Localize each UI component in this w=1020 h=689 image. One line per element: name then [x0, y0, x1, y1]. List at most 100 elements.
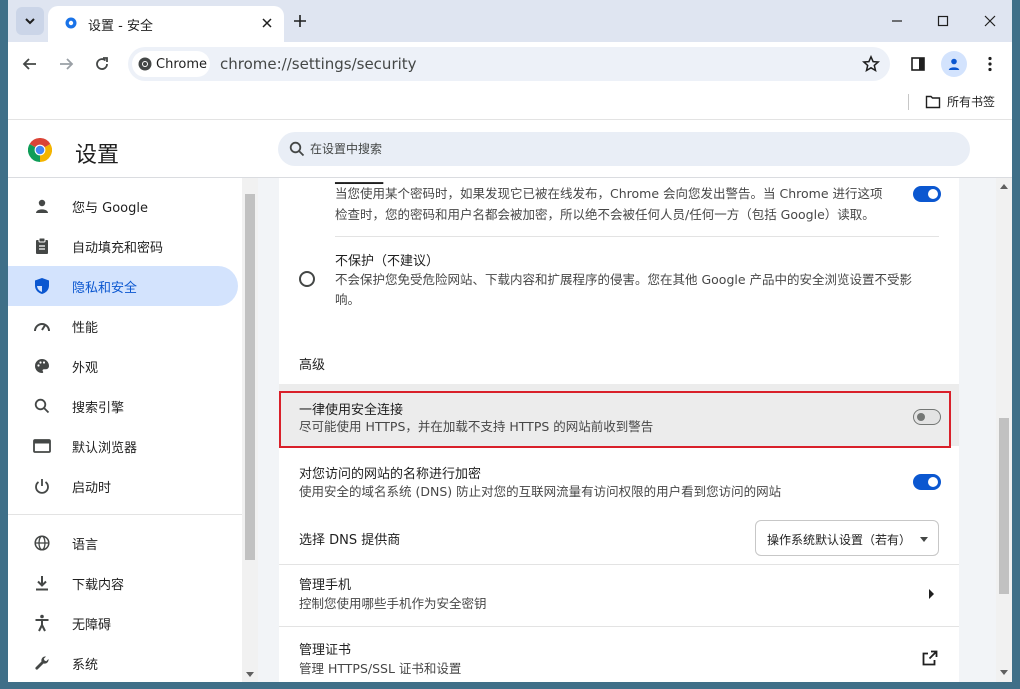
manage-phones-desc: 控制您使用哪些手机作为安全密钥 [299, 596, 487, 611]
gear-icon [65, 17, 77, 29]
tab-search-button[interactable] [16, 7, 44, 35]
secure-dns-toggle[interactable] [913, 474, 941, 490]
speedometer-icon [32, 316, 52, 336]
globe-icon [32, 533, 52, 553]
no-protection-radio[interactable] [299, 271, 315, 287]
password-warning-desc: 检查时，您的密码和用户名都会被加密，所以绝不会被任何人员/任何一方（包括 Goo… [335, 207, 875, 222]
divider [279, 626, 959, 627]
sidebar-item-label: 外观 [72, 360, 99, 376]
divider [335, 236, 939, 237]
manage-phones-title: 管理手机 [299, 578, 352, 593]
person-icon [948, 58, 960, 70]
bookmark-star-button[interactable] [860, 53, 882, 75]
dns-provider-selected: 操作系统默认设置（若有） [767, 533, 912, 547]
sidebar-item-autofill[interactable]: 自动填充和密码 [8, 226, 238, 266]
sidebar-item-label: 您与 Google [72, 200, 148, 216]
divider [279, 564, 959, 565]
scroll-down-arrow[interactable] [246, 672, 254, 677]
secure-dns-desc: 使用安全的域名系统 (DNS) 防止对您的互联网流量有访问权限的用户看到您访问的… [299, 484, 782, 499]
tab-strip: 设置 - 安全 [8, 0, 1012, 42]
arrow-left-icon [22, 58, 36, 70]
sidebar-item-label: 下载内容 [72, 577, 125, 593]
menu-button[interactable] [976, 50, 1004, 78]
all-bookmarks-button[interactable]: 所有书签 [925, 93, 995, 110]
sidebar-item-you-and-google[interactable]: 您与 Google [8, 186, 238, 226]
sidebar-item-label: 启动时 [72, 480, 112, 496]
arrow-right-icon [60, 58, 74, 70]
minimize-button[interactable] [884, 8, 910, 34]
dns-provider-select[interactable]: 操作系统默认设置（若有） [755, 520, 939, 556]
close-icon[interactable] [258, 14, 276, 32]
sidebar-item-default-browser[interactable]: 默认浏览器 [8, 426, 238, 466]
tab-settings-security[interactable]: 设置 - 安全 [48, 6, 284, 42]
settings-header: 设置 [8, 120, 1012, 178]
url-text[interactable]: chrome://settings/security [220, 55, 417, 73]
forward-button[interactable] [52, 50, 80, 78]
no-protection-desc: 响。 [335, 292, 361, 307]
manage-certificates-title: 管理证书 [299, 643, 352, 658]
sidebar-scroll-thumb[interactable] [245, 194, 255, 560]
sidebar-item-on-startup[interactable]: 启动时 [8, 466, 238, 506]
palette-icon [32, 356, 52, 376]
sidebar-item-search-engine[interactable]: 搜索引擎 [8, 386, 238, 426]
highlight-box [279, 391, 951, 448]
back-button[interactable] [16, 50, 44, 78]
accessibility-icon [32, 613, 52, 633]
chevron-down-icon [920, 537, 928, 542]
maximize-button[interactable] [930, 8, 956, 34]
address-bar[interactable]: Chrome chrome://settings/security [128, 47, 890, 81]
scroll-up-arrow[interactable] [1000, 184, 1008, 189]
close-window-button[interactable] [977, 8, 1003, 34]
toolbar: Chrome chrome://settings/security [8, 42, 1012, 86]
sidebar-item-system[interactable]: 系统 [8, 643, 238, 682]
chip-label: Chrome [156, 56, 207, 72]
scroll-down-arrow[interactable] [1000, 670, 1008, 675]
download-icon [32, 573, 52, 593]
main-scrollbar[interactable] [996, 178, 1012, 682]
sidebar-item-label: 搜索引擎 [72, 400, 125, 416]
chevron-right-icon [929, 589, 934, 599]
wrench-icon [32, 653, 52, 673]
reload-button[interactable] [88, 50, 116, 78]
sidebar-item-performance[interactable]: 性能 [8, 306, 238, 346]
profile-avatar[interactable] [941, 51, 967, 77]
secure-dns-title: 对您访问的网站的名称进行加密 [299, 467, 482, 482]
password-warning-toggle[interactable] [913, 186, 941, 202]
more-vert-icon [988, 56, 992, 72]
sidebar: 您与 Google 自动填充和密码 隐私和安全 性能 外观 搜索引擎 默认浏览器 [8, 178, 242, 682]
settings-search[interactable] [278, 132, 970, 166]
sidebar-item-label: 自动填充和密码 [72, 240, 164, 256]
new-tab-button[interactable] [289, 10, 311, 32]
search-icon [289, 141, 305, 157]
dns-provider-label: 选择 DNS 提供商 [299, 533, 401, 548]
chevron-down-icon [25, 18, 35, 25]
search-input[interactable] [310, 132, 950, 166]
chrome-logo-icon [28, 138, 52, 162]
close-icon [984, 15, 996, 27]
sidebar-scrollbar[interactable] [242, 178, 258, 682]
bookmarks-bar: 所有书签 [8, 86, 1012, 120]
sidebar-item-accessibility[interactable]: 无障碍 [8, 603, 238, 643]
sidebar-item-downloads[interactable]: 下载内容 [8, 563, 238, 603]
search-icon [32, 396, 52, 416]
sidebar-item-label: 系统 [72, 657, 99, 673]
manage-certificates-desc: 管理 HTTPS/SSL 证书和设置 [299, 661, 462, 676]
page-title: 设置 [75, 143, 120, 168]
main-scroll-thumb[interactable] [999, 418, 1009, 594]
sidebar-item-privacy-security[interactable]: 隐私和安全 [8, 266, 238, 306]
bookmarks-separator [908, 94, 909, 110]
no-protection-desc: 不会保护您免受危险网站、下载内容和扩展程序的侵害。您在其他 Google 产品中… [335, 272, 913, 287]
browser-icon [32, 436, 52, 456]
side-panel-icon [911, 57, 925, 71]
power-icon [32, 476, 52, 496]
chrome-logo-icon [138, 57, 152, 71]
sidebar-item-languages[interactable]: 语言 [8, 523, 238, 563]
password-warning-desc: 当您使用某个密码时，如果发现它已被在线发布，Chrome 会向您发出警告。当 C… [335, 186, 883, 201]
clipboard-icon [32, 236, 52, 256]
reload-icon [96, 57, 108, 70]
side-panel-button[interactable] [904, 50, 932, 78]
sidebar-item-appearance[interactable]: 外观 [8, 346, 238, 386]
advanced-heading: 高级 [299, 358, 326, 373]
person-icon [32, 196, 52, 216]
site-info-chip[interactable]: Chrome [132, 51, 210, 77]
